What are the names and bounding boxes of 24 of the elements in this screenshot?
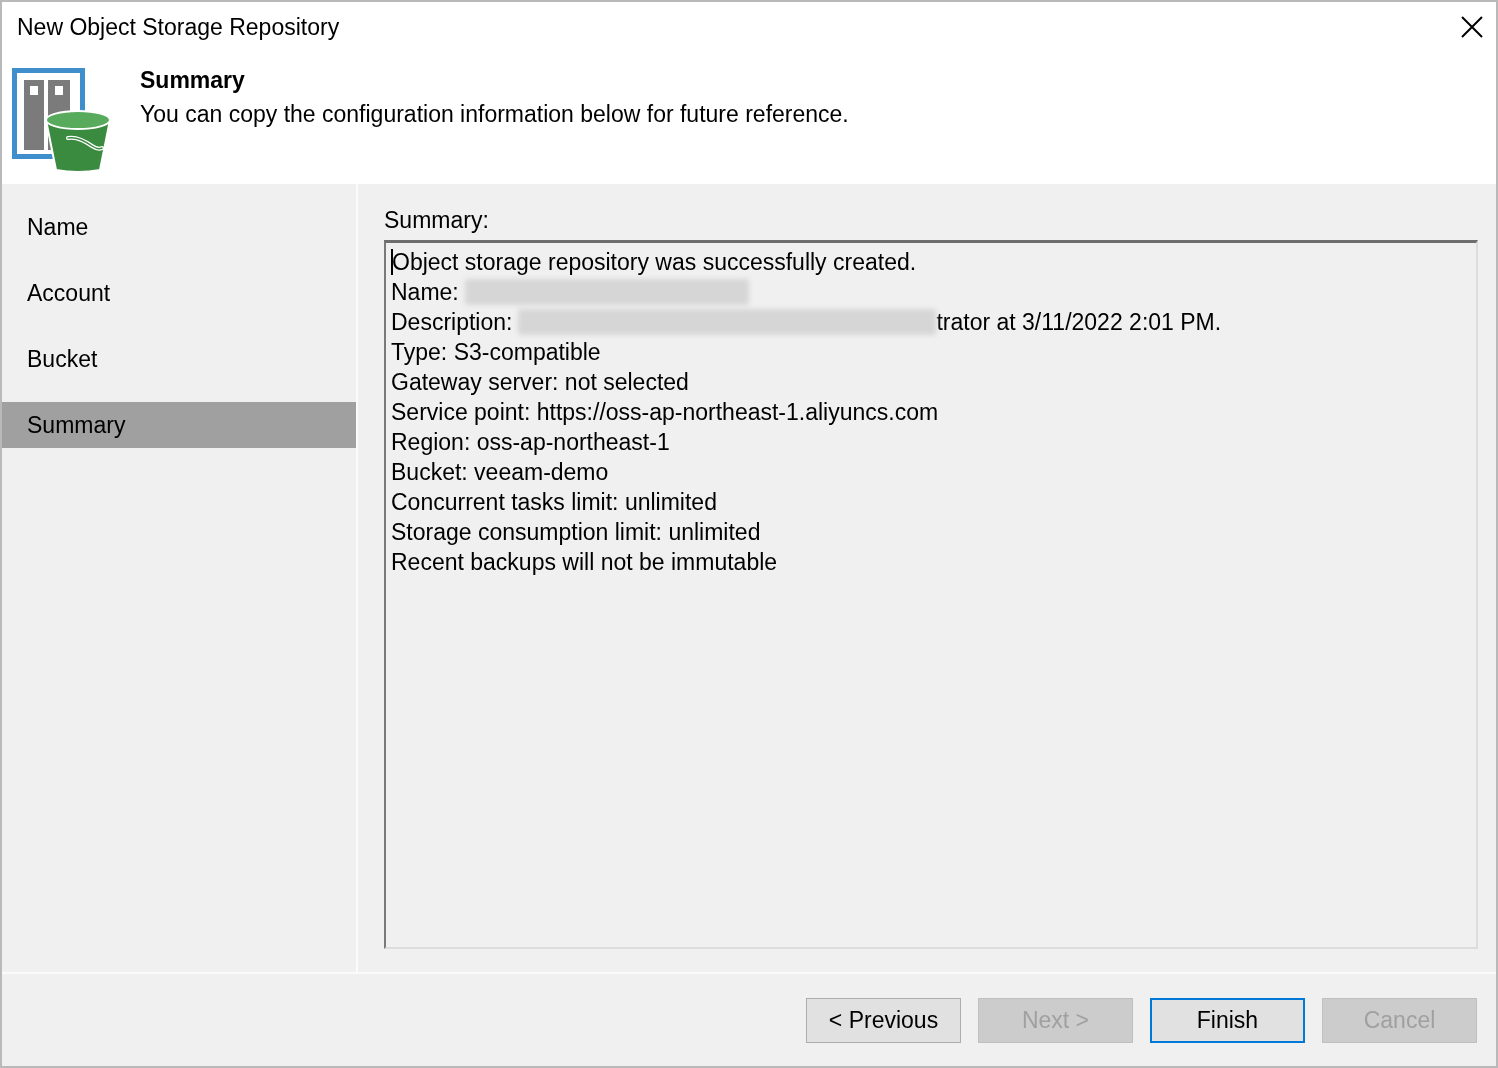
summary-text: Recent backups will not be immutable — [391, 548, 778, 576]
wizard-step[interactable]: Summary — [2, 402, 356, 448]
wizard-button[interactable]: < Previous — [806, 998, 961, 1043]
summary-text-area[interactable] — [384, 240, 1478, 949]
wizard-step[interactable]: Account — [2, 270, 356, 316]
summary-text: Description: — [391, 308, 513, 336]
window-title: New Object Storage Repository — [17, 13, 340, 41]
summary-text: Service point: https://oss-ap-northeast-1.aliyuncs.com — [391, 398, 939, 426]
summary-label: Summary: — [384, 208, 489, 232]
wizard-step[interactable]: Name — [2, 204, 356, 250]
summary-text: Type: S3-compatible — [391, 338, 601, 366]
summary-text: Storage consumption limit: unlimited — [391, 518, 761, 546]
wizard-button[interactable]: Finish — [1150, 998, 1305, 1043]
summary-text: Name: — [391, 278, 459, 306]
wizard-step[interactable]: Bucket — [2, 336, 356, 382]
summary-text: Region: oss-ap-northeast-1 — [391, 428, 670, 456]
summary-text: Object storage repository was successfully created. — [392, 248, 917, 276]
page-description: You can copy the configuration information below for future reference. — [140, 102, 849, 126]
summary-text: Gateway server: not selected — [391, 368, 689, 396]
summary-text: Bucket: veeam-demo — [391, 458, 609, 486]
summary-text: Concurrent tasks limit: unlimited — [391, 488, 717, 516]
summary-text: trator at 3/11/2022 2:01 PM. — [936, 308, 1222, 336]
page-heading: Summary — [140, 68, 246, 92]
close-icon — [1461, 16, 1483, 38]
